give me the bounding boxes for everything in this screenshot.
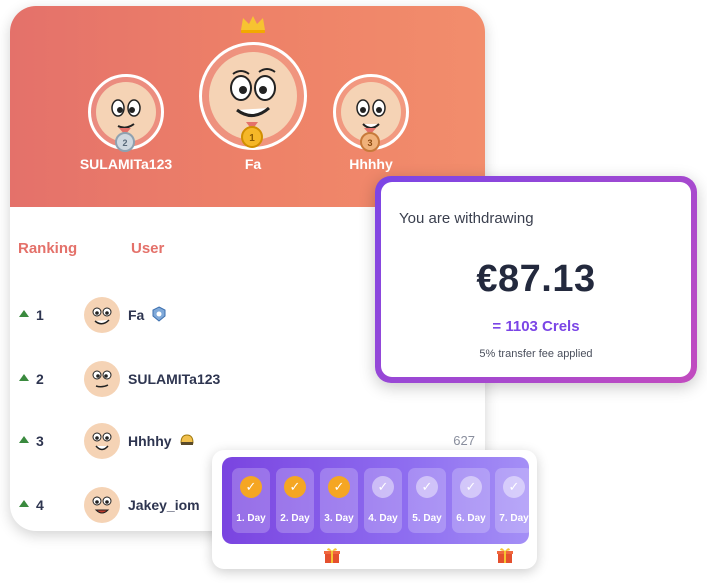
check-icon: ✓ — [460, 476, 482, 498]
check-icon: ✓ — [328, 476, 350, 498]
podium-first-name: Fa — [244, 156, 262, 172]
rank-up-icon — [19, 436, 29, 443]
streak-day-label: 1. Day — [236, 513, 266, 524]
streak-day-5[interactable]: ✓ 5. Day — [408, 468, 446, 533]
bronze-medal-icon: 3 — [360, 128, 380, 152]
withdraw-card-body: You are withdrawing €87.13 = 1103 Crels … — [381, 182, 691, 377]
check-icon: ✓ — [240, 476, 262, 498]
row-rank: 3 — [36, 433, 44, 449]
check-icon: ✓ — [372, 476, 394, 498]
check-icon: ✓ — [284, 476, 306, 498]
silver-medal-icon: 2 — [115, 128, 135, 152]
rank-up-icon — [19, 374, 29, 381]
row-username: Fa — [128, 307, 145, 323]
row-score: 627 — [453, 433, 475, 448]
row-username: SULAMITa123 — [128, 371, 221, 387]
podium-third-name: Hhhhy — [349, 156, 393, 172]
streak-day-6[interactable]: ✓ 6. Day — [452, 468, 490, 533]
streak-day-label: 6. Day — [456, 513, 486, 524]
podium-second-name: SULAMITa123 — [79, 156, 173, 172]
podium-first[interactable]: 1 Fa — [198, 42, 308, 172]
withdraw-title: You are withdrawing — [399, 210, 534, 227]
check-icon: ✓ — [503, 476, 525, 498]
row-rank: 2 — [36, 371, 44, 387]
face-avatar-icon — [84, 361, 120, 397]
user-column-header: User — [131, 240, 165, 257]
svg-text:2: 2 — [122, 138, 127, 148]
face-avatar-icon — [84, 487, 120, 523]
streak-day-2[interactable]: ✓ 2. Day — [276, 468, 314, 533]
ranking-column-header: Ranking — [18, 240, 78, 257]
withdraw-crels: = 1103 Crels — [492, 318, 580, 335]
face-avatar-icon — [84, 423, 120, 459]
streak-bar: ✓ 1. Day ✓ 2. Day ✓ 3. Day ✓ 4. Day ✓ 5.… — [222, 457, 533, 544]
streak-day-label: 5. Day — [412, 513, 442, 524]
svg-text:1: 1 — [249, 133, 255, 144]
gift-icon[interactable] — [323, 546, 341, 564]
streak-day-7[interactable]: ✓ 7. Day — [495, 468, 533, 533]
withdraw-amount: €87.13 — [476, 258, 596, 300]
rank-up-icon — [19, 310, 29, 317]
withdraw-fee-note: 5% transfer fee applied — [479, 348, 593, 360]
gift-icon[interactable] — [496, 546, 514, 564]
daily-streak-card: ✓ 1. Day ✓ 2. Day ✓ 3. Day ✓ 4. Day ✓ 5.… — [212, 450, 537, 569]
streak-day-4[interactable]: ✓ 4. Day — [364, 468, 402, 533]
row-username: Hhhhy — [128, 433, 172, 449]
podium-second[interactable]: 2 SULAMITa123 — [76, 74, 176, 172]
row-username: Jakey_iom — [128, 497, 200, 513]
podium-third[interactable]: 3 Hhhhy — [321, 74, 421, 172]
rank-up-icon — [19, 500, 29, 507]
face-avatar-icon — [84, 297, 120, 333]
withdraw-card: You are withdrawing €87.13 = 1103 Crels … — [375, 176, 697, 383]
streak-day-label: 7. Day — [499, 513, 529, 524]
helmet-badge-icon — [180, 434, 194, 445]
row-rank: 1 — [36, 307, 44, 323]
streak-day-label: 4. Day — [368, 513, 398, 524]
shield-badge-icon — [152, 306, 166, 322]
streak-day-1[interactable]: ✓ 1. Day — [232, 468, 270, 533]
svg-text:3: 3 — [367, 138, 372, 148]
gold-medal-icon: 1 — [241, 122, 263, 148]
row-rank: 4 — [36, 497, 44, 513]
streak-day-label: 3. Day — [324, 513, 354, 524]
crown-icon — [241, 16, 265, 33]
check-icon: ✓ — [416, 476, 438, 498]
streak-day-3[interactable]: ✓ 3. Day — [320, 468, 358, 533]
streak-day-label: 2. Day — [280, 513, 310, 524]
